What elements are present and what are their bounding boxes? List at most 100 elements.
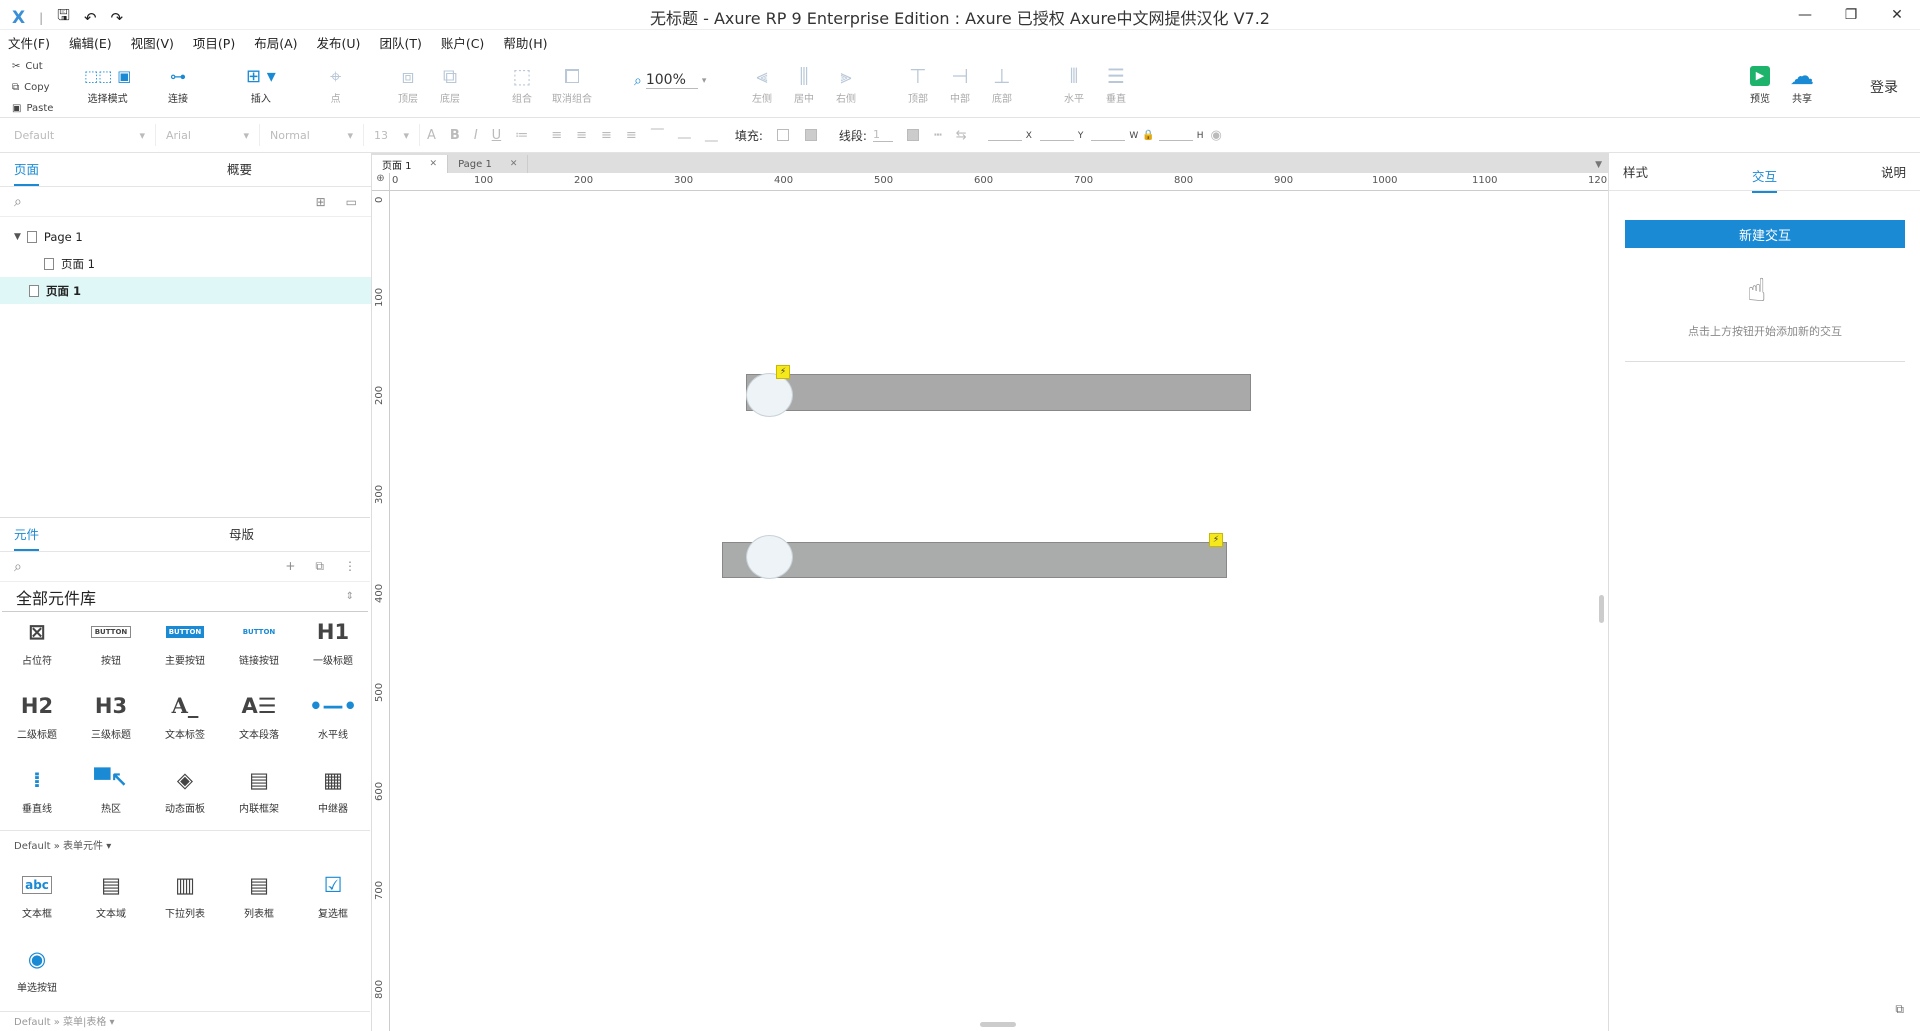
line-pattern-icon[interactable]: ┅: [934, 128, 942, 143]
library-options-icon[interactable]: ⧉: [315, 559, 324, 574]
menu-account[interactable]: 账户(C): [441, 33, 484, 52]
doc-tab-active[interactable]: 页面 1 ✕: [372, 155, 449, 173]
preview-button[interactable]: ▶ 预览: [1750, 62, 1770, 105]
share-button[interactable]: ☁ 共享: [1790, 62, 1814, 105]
menu-file[interactable]: 文件(F): [8, 33, 50, 52]
add-folder-icon[interactable]: ▭: [346, 195, 357, 209]
menu-project[interactable]: 项目(P): [193, 33, 235, 52]
widget-listbox[interactable]: ▤ 列表框: [222, 857, 296, 931]
font-weight-select[interactable]: Normal ▾: [260, 124, 364, 146]
new-interaction-button[interactable]: 新建交互: [1625, 220, 1905, 248]
slider-knob-1[interactable]: [746, 373, 793, 417]
align-text-center-icon[interactable]: ≡: [576, 128, 587, 143]
insert-button[interactable]: ⊞ ▾ 插入: [246, 62, 276, 106]
align-left-button[interactable]: ⫷ 左侧: [752, 62, 772, 105]
font-select[interactable]: Arial ▾: [156, 124, 260, 146]
underline-icon[interactable]: U: [492, 128, 502, 143]
widget-checkbox[interactable]: ☑ 复选框: [296, 857, 370, 931]
login-button[interactable]: 登录: [1870, 77, 1898, 97]
align-center-button[interactable]: ⫼ 居中: [794, 62, 814, 105]
close-icon[interactable]: ✕: [430, 159, 438, 169]
connect-button[interactable]: ⊶ 连接: [168, 62, 188, 106]
tab-outline[interactable]: 概要: [227, 159, 252, 186]
send-bottom-button[interactable]: ⧉ 底层: [440, 62, 460, 105]
widget-hotspot[interactable]: ▀↖ 热区: [74, 752, 148, 826]
vertical-scrollbar[interactable]: [1599, 595, 1604, 623]
tab-pages[interactable]: 页面: [14, 159, 40, 186]
more-icon[interactable]: ⋮: [344, 559, 356, 574]
widget-radio-button[interactable]: ◉ 单选按钮: [0, 931, 74, 1005]
tree-item-page1[interactable]: ▼ Page 1: [0, 223, 371, 250]
widget-link-button[interactable]: BUTTON 链接按钮: [222, 604, 296, 678]
restore-button[interactable]: ❐: [1828, 0, 1874, 30]
arrow-style-icon[interactable]: ⇆: [956, 128, 967, 143]
cut-button[interactable]: ✂ Cut: [12, 56, 53, 77]
shadow-swatch[interactable]: [804, 129, 817, 141]
interaction-bolt-icon[interactable]: ⚡: [776, 365, 790, 379]
widget-text-area[interactable]: ▤ 文本域: [74, 857, 148, 931]
close-button[interactable]: ✕: [1874, 0, 1920, 30]
w-field[interactable]: W: [1091, 129, 1138, 141]
add-library-icon[interactable]: +: [285, 559, 295, 574]
tab-notes[interactable]: 说明: [1881, 162, 1906, 181]
slider-track-2[interactable]: [722, 542, 1227, 578]
widget-heading2[interactable]: H2 二级标题: [0, 678, 74, 752]
widget-droplist[interactable]: ▥ 下拉列表: [148, 857, 222, 931]
widget-primary-button[interactable]: BUTTON 主要按钮: [148, 604, 222, 678]
menu-edit[interactable]: 编辑(E): [69, 33, 112, 52]
zoom-control[interactable]: ⌕ 100% ▾: [634, 72, 706, 89]
font-size-select[interactable]: 13 ▾: [364, 124, 420, 146]
widget-paragraph[interactable]: A☰ 文本段落: [222, 678, 296, 752]
visibility-icon[interactable]: ◉: [1211, 128, 1222, 143]
line-width-input[interactable]: 1: [872, 128, 893, 142]
widget-repeater[interactable]: ▦ 中继器: [296, 752, 370, 826]
close-icon[interactable]: ✕: [510, 159, 518, 169]
distribute-vertical-button[interactable]: ☰ 垂直: [1106, 62, 1126, 105]
align-middle-button[interactable]: ⊣ 中部: [950, 62, 970, 105]
align-text-left-icon[interactable]: ≡: [551, 128, 562, 143]
menu-table-section[interactable]: Default » 菜单|表格 ▾: [0, 1012, 370, 1028]
align-bottom-button[interactable]: ⊥ 底部: [992, 62, 1012, 105]
italic-icon[interactable]: I: [474, 128, 478, 143]
ungroup-button[interactable]: ⧠ 取消组合: [552, 62, 592, 105]
tab-widgets[interactable]: 元件: [14, 524, 40, 551]
menu-team[interactable]: 团队(T): [379, 33, 421, 52]
widget-horizontal-line[interactable]: •—• 水平线: [296, 678, 370, 752]
collapse-panel-icon[interactable]: ⧉: [1895, 1002, 1904, 1017]
widget-button[interactable]: BUTTON 按钮: [74, 604, 148, 678]
minimize-button[interactable]: —: [1782, 0, 1828, 30]
widget-dynamic-panel[interactable]: ◈ 动态面板: [148, 752, 222, 826]
valign-middle-icon[interactable]: ⎼: [678, 128, 691, 143]
search-icon[interactable]: ⌕: [14, 559, 22, 575]
style-select[interactable]: Default ▾: [0, 124, 156, 146]
search-icon[interactable]: ⌕: [14, 194, 22, 210]
fill-color-swatch[interactable]: [776, 129, 789, 141]
slider-track-1[interactable]: [746, 374, 1251, 411]
valign-bottom-icon[interactable]: ⎽: [705, 128, 718, 143]
form-widgets-section[interactable]: Default » 表单元件 ▾: [0, 831, 370, 857]
bring-top-button[interactable]: ⧈ 顶层: [398, 62, 418, 105]
tab-style[interactable]: 样式: [1623, 162, 1648, 181]
doc-tab-page1[interactable]: Page 1 ✕: [448, 155, 529, 173]
menu-publish[interactable]: 发布(U): [317, 33, 361, 52]
tab-interactions[interactable]: 交互: [1751, 158, 1777, 193]
add-page-icon[interactable]: ⊞: [316, 195, 326, 209]
h-field[interactable]: H: [1158, 129, 1204, 141]
widget-inline-frame[interactable]: ▤ 内联框架: [222, 752, 296, 826]
copy-button[interactable]: ⧉ Copy: [12, 77, 53, 98]
text-color-icon[interactable]: A: [427, 128, 436, 143]
widget-vertical-line[interactable]: ⁞ 垂直线: [0, 752, 74, 826]
justify-text-icon[interactable]: ≡: [626, 128, 637, 143]
select-mode-button[interactable]: ⬚⬚ ▣ 选择模式: [84, 62, 131, 105]
align-text-right-icon[interactable]: ≡: [601, 128, 612, 143]
group-button[interactable]: ⬚ 组合: [512, 62, 532, 105]
valign-top-icon[interactable]: ⎺: [651, 128, 664, 143]
lock-icon[interactable]: 🔒: [1142, 130, 1154, 141]
chevron-down-icon[interactable]: ▼: [14, 232, 21, 242]
horizontal-scrollbar[interactable]: [980, 1022, 1016, 1027]
tree-item-child-page[interactable]: 页面 1: [0, 250, 371, 277]
y-field[interactable]: Y: [1039, 129, 1083, 141]
paste-button[interactable]: ▣ Paste: [12, 98, 53, 119]
tab-masters[interactable]: 母版: [229, 524, 254, 551]
widget-placeholder[interactable]: ⊠ 占位符: [0, 604, 74, 678]
